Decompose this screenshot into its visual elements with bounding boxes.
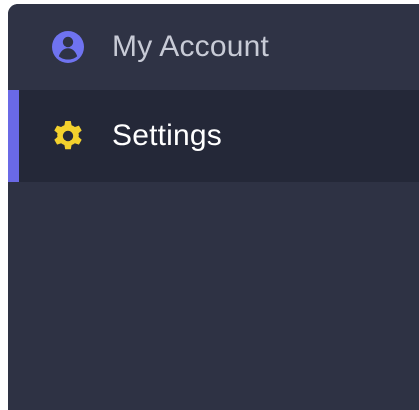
- sidebar-item-label: Settings: [112, 119, 222, 152]
- gear-icon: [54, 121, 82, 150]
- user-circle-icon: [52, 31, 84, 63]
- sidebar-item-settings[interactable]: Settings: [8, 90, 419, 182]
- active-indicator: [8, 90, 19, 182]
- sidebar-menu: My Account Settings: [8, 4, 419, 410]
- sidebar-item-label: My Account: [112, 30, 270, 63]
- sidebar-item-my-account[interactable]: My Account: [8, 4, 419, 90]
- screen: My Account Settings: [0, 0, 419, 410]
